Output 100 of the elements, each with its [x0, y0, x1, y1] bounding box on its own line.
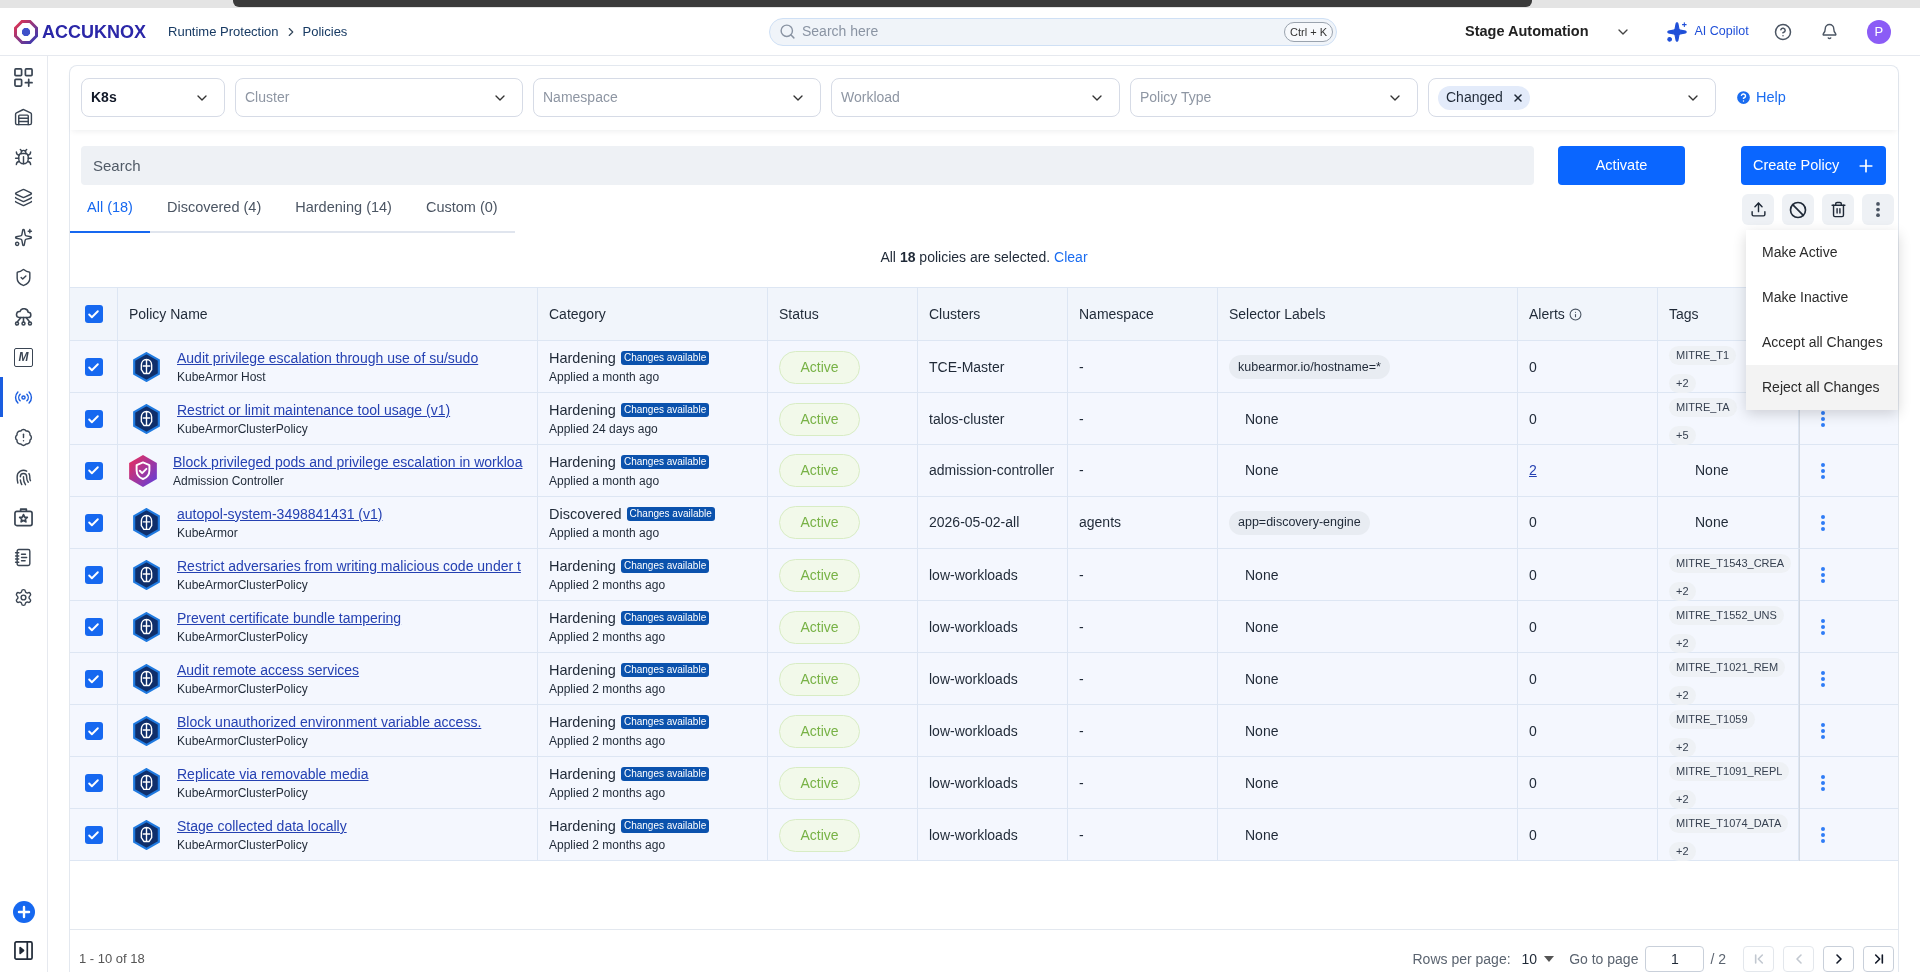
page-range-text: 1 - 10 of 18 — [79, 950, 145, 969]
column-header: Alerts — [1529, 304, 1565, 324]
policy-type-text: KubeArmorClusterPolicy — [177, 734, 309, 749]
category-text: Hardening — [549, 713, 616, 731]
selector-label-text: None — [1244, 461, 1279, 480]
letter-tile: M — [14, 347, 33, 367]
alert-count: 0 — [1529, 721, 1537, 741]
namespace-text: agents — [1079, 513, 1122, 532]
applied-time-text: Applied a month ago — [549, 525, 661, 541]
status-badge: Active — [779, 506, 860, 539]
applied-time-text: Applied 2 months ago — [549, 682, 667, 697]
tag-chip: MITRE_T1 — [1669, 346, 1737, 365]
status-badge: Active — [779, 610, 860, 644]
selector-label-text: None — [1244, 825, 1279, 845]
more-tags-chip: +2 — [1669, 790, 1696, 809]
more-tags-chip: +2 — [1669, 738, 1696, 757]
selector-label-text: None — [1244, 409, 1279, 429]
applied-time-text: Applied 2 months ago — [549, 786, 667, 801]
cluster-name: low-workloads — [929, 825, 1018, 845]
alert-count: 0 — [1529, 773, 1537, 793]
more-tags-chip: +2 — [1669, 686, 1696, 705]
more-tags-chip: +2 — [1669, 842, 1696, 861]
category-text: Hardening — [549, 557, 616, 575]
tag-chip: MITRE_T1059 — [1669, 710, 1755, 729]
category-text: Hardening — [549, 452, 616, 471]
tag-chip: MITRE_T1543_CREA — [1669, 554, 1792, 573]
selector-label-text: None — [1244, 721, 1279, 741]
status-badge: Active — [779, 714, 860, 748]
category-text: Hardening — [549, 609, 616, 627]
category-text: Hardening — [549, 401, 616, 419]
more-tags-chip: +5 — [1669, 426, 1696, 445]
cluster-name: low-workloads — [929, 773, 1018, 793]
alert-count: 0 — [1529, 357, 1537, 377]
status-badge: Active — [779, 662, 860, 696]
changes-badge: Changes available — [620, 767, 710, 781]
more-tags-chip: +2 — [1669, 634, 1696, 653]
changes-badge: Changes available — [620, 351, 710, 365]
selector-label-chip: app=discovery-engine — [1229, 510, 1370, 535]
status-badge: Active — [779, 558, 860, 592]
namespace-text: - — [1079, 617, 1084, 637]
cluster-name: low-workloads — [929, 669, 1018, 689]
selector-label-text: None — [1244, 669, 1279, 689]
category-text: Hardening — [549, 661, 616, 679]
applied-time-text: Applied 2 months ago — [549, 578, 667, 593]
more-tags-chip: +2 — [1669, 582, 1696, 601]
applied-time-text: Applied 2 months ago — [549, 734, 667, 749]
column-header: Category — [549, 304, 606, 324]
changes-badge: Changes available — [626, 506, 715, 521]
tag-chip: MITRE_T1091_REPL — [1669, 762, 1790, 781]
changes-badge: Changes available — [620, 715, 710, 729]
shortcut-key: Ctrl + K — [1284, 21, 1333, 42]
policy-type-text: KubeArmorClusterPolicy — [177, 682, 309, 697]
tag-chip: MITRE_TA — [1669, 398, 1737, 417]
category-text: Discovered — [549, 504, 622, 523]
namespace-text: - — [1079, 461, 1084, 480]
column-header: Status — [779, 304, 819, 324]
changes-badge: Changes available — [620, 559, 710, 573]
applied-time-text: Applied a month ago — [549, 370, 661, 385]
policy-type-text: KubeArmorClusterPolicy — [177, 422, 309, 437]
category-text: Hardening — [549, 765, 616, 783]
changes-badge: Changes available — [620, 454, 710, 469]
policy-type-text: KubeArmor — [177, 525, 239, 541]
namespace-text: - — [1079, 357, 1084, 377]
policy-type-text: KubeArmorClusterPolicy — [177, 838, 309, 853]
policy-type-text: KubeArmorClusterPolicy — [177, 786, 309, 801]
selector-label-chip: kubearmor.io/hostname=* — [1229, 355, 1390, 379]
policy-type-text: KubeArmorClusterPolicy — [177, 630, 309, 645]
selector-label-text: None — [1244, 773, 1279, 793]
cluster-name: low-workloads — [929, 565, 1018, 585]
tag-chip: MITRE_T1074_DATA — [1669, 814, 1789, 833]
column-header: Clusters — [929, 304, 981, 324]
policy-type-text: KubeArmor Host — [177, 370, 267, 385]
status-badge: Active — [779, 454, 860, 487]
namespace-text: - — [1079, 773, 1084, 793]
category-text: Hardening — [549, 817, 616, 835]
applied-time-text: Applied 2 months ago — [549, 838, 667, 853]
column-header: Tags — [1669, 304, 1699, 324]
cluster-name: admission-controller — [929, 461, 1055, 480]
selector-label-text: None — [1244, 617, 1279, 637]
selector-label-text: None — [1244, 565, 1279, 585]
status-badge: Active — [779, 818, 860, 852]
changes-badge: Changes available — [620, 663, 710, 677]
status-badge: Active — [779, 402, 860, 436]
rows-per-page-label: Rows per page: — [1412, 949, 1511, 969]
column-header: Selector Labels — [1229, 304, 1326, 324]
namespace-text: - — [1079, 721, 1084, 741]
alert-count: 0 — [1529, 513, 1537, 532]
alert-count: 0 — [1529, 669, 1537, 689]
namespace-text: - — [1079, 825, 1084, 845]
policy-type-text: KubeArmorClusterPolicy — [177, 578, 309, 593]
alert-count: 0 — [1529, 409, 1537, 429]
go-to-page-label: Go to page — [1569, 949, 1639, 969]
cluster-name: talos-cluster — [929, 409, 1005, 429]
cluster-name: 2026-05-02-all — [929, 513, 1020, 532]
category-text: Hardening — [549, 349, 616, 367]
breadcrumb-current: Policies — [302, 22, 348, 41]
policy-type-text: Admission Controller — [173, 473, 285, 489]
cluster-name: TCE-Master — [929, 357, 1005, 377]
tag-chip: MITRE_T1552_UNS — [1669, 606, 1784, 625]
logo-wordmark: ACCUKNOX — [42, 20, 146, 43]
